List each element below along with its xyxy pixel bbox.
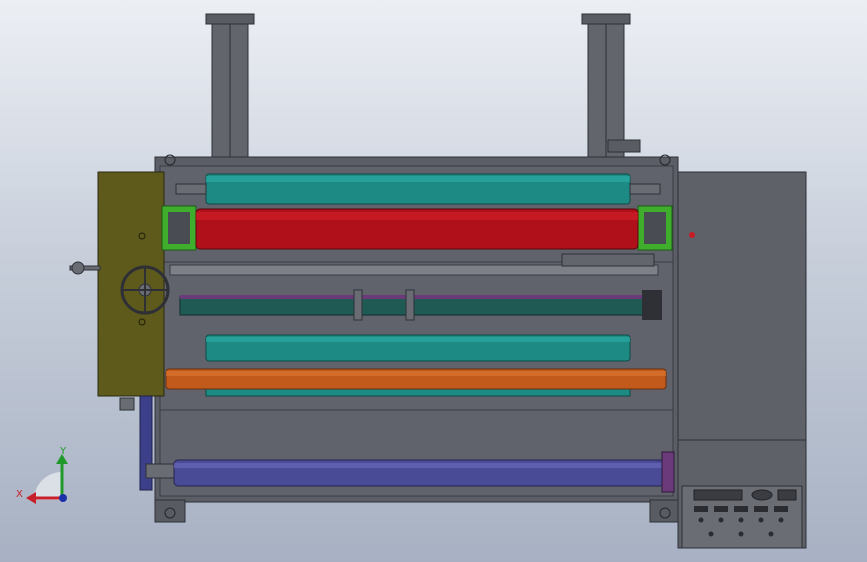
coordinate-triad: Y X [16,446,68,504]
y-axis-label: Y [59,446,67,457]
hand-crank-shaft[interactable] [69,261,101,275]
slitting-machine-drawing: Y X [16,13,807,549]
cad-viewport[interactable]: Y X [0,0,867,562]
left-bearing-bracket [161,205,197,251]
left-upright-post [205,13,255,167]
teal-roller-top [175,173,661,205]
handwheel[interactable] [120,265,170,315]
orange-roller [165,368,667,390]
x-axis-label: X [16,489,23,500]
z-axis-dot [59,494,67,502]
red-roller [195,208,639,250]
left-gearbox [97,171,165,491]
right-upright-post [581,13,641,167]
right-bearing-bracket [637,205,673,251]
